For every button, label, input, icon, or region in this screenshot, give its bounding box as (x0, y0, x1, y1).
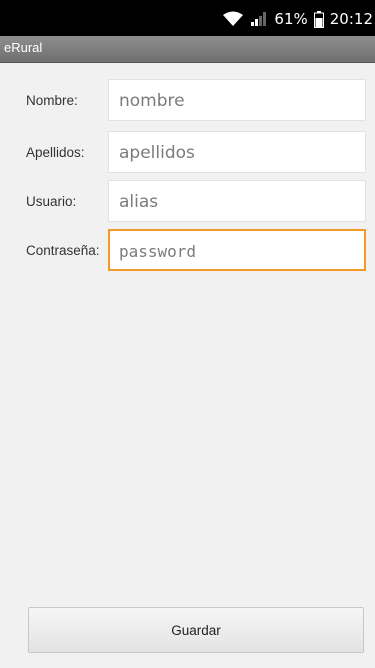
status-bar: 61% 20:12 (0, 0, 375, 36)
form-row-contrasena: Contraseña: (0, 229, 375, 273)
wifi-icon (222, 11, 244, 27)
form-row-usuario: Usuario: (0, 180, 375, 224)
battery-percent: 61% (274, 10, 308, 28)
app-screen: 61% 20:12 eRural Nombre: Apellidos: Usua… (0, 0, 375, 668)
nombre-label: Nombre: (26, 93, 78, 108)
title-bar: eRural (0, 36, 375, 63)
save-button[interactable]: Guardar (28, 607, 364, 653)
nombre-field[interactable] (108, 79, 366, 121)
password-input[interactable] (119, 238, 359, 264)
app-title: eRural (4, 40, 43, 55)
clock: 20:12 (329, 10, 373, 28)
usuario-field[interactable] (108, 180, 366, 222)
apellidos-label: Apellidos: (26, 145, 85, 160)
form-row-apellidos: Apellidos: (0, 131, 375, 175)
status-icons: 61% 20:12 (222, 9, 373, 29)
signal-icon (250, 11, 268, 27)
nombre-input[interactable] (119, 88, 359, 114)
contrasena-label: Contraseña: (26, 243, 100, 258)
apellidos-input[interactable] (119, 140, 359, 166)
apellidos-field[interactable] (108, 131, 366, 173)
password-field[interactable] (108, 229, 366, 271)
battery-icon (313, 10, 324, 28)
usuario-input[interactable] (119, 189, 359, 215)
form-row-nombre: Nombre: (0, 79, 375, 123)
usuario-label: Usuario: (26, 194, 77, 209)
